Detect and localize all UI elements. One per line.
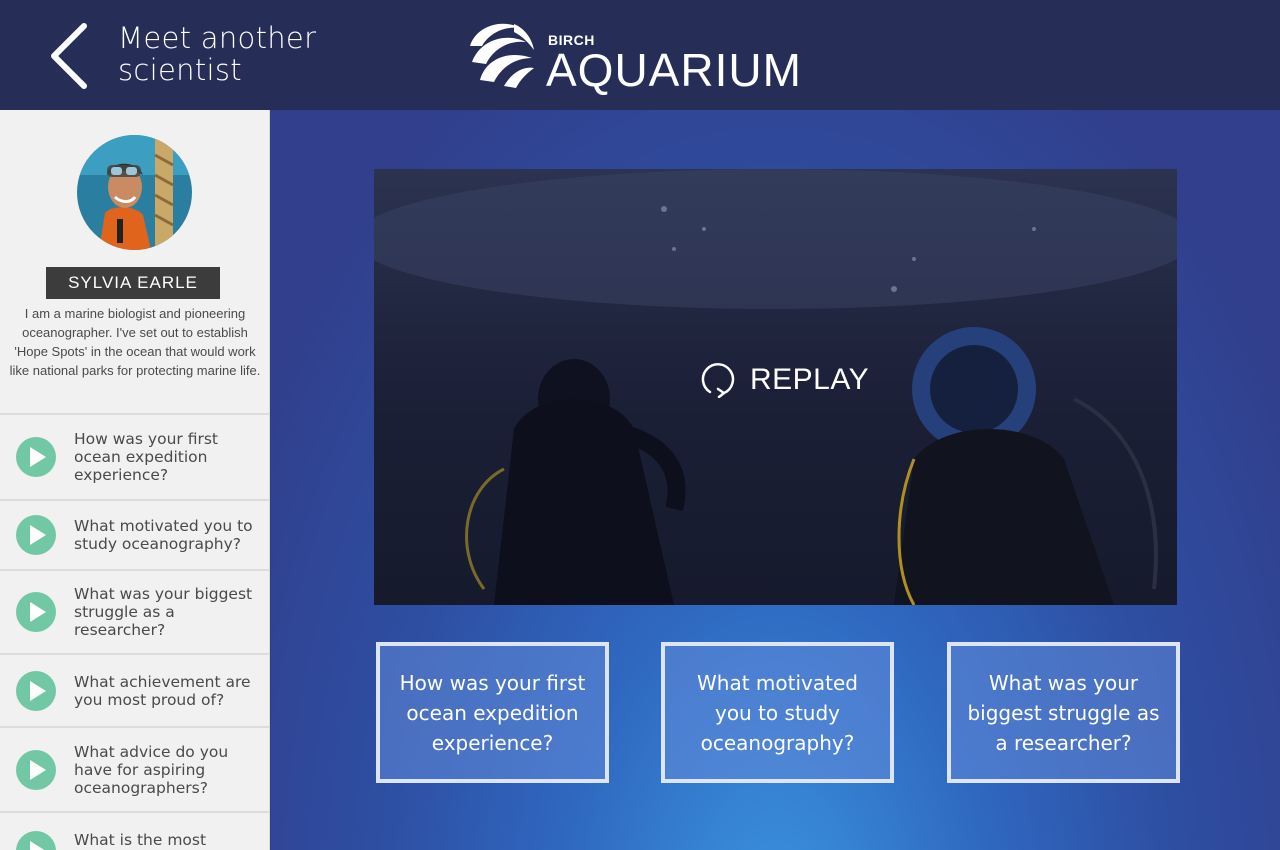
scientist-name-badge: SYLVIA EARLE xyxy=(46,267,220,299)
logo-aquarium-text: AQUARIUM xyxy=(546,44,802,96)
question-card-label: What motivated you to study oceanography… xyxy=(697,670,858,755)
question-label: What is the most xyxy=(74,831,207,849)
question-item-6[interactable]: What is the most xyxy=(0,811,269,850)
play-icon xyxy=(16,437,56,477)
question-item-1[interactable]: How was your first ocean expedition expe… xyxy=(0,413,269,499)
app-header: Meet another scientist BIRCH AQUARIUM xyxy=(0,0,1280,110)
question-label: What advice do you have for aspiring oce… xyxy=(74,742,229,797)
play-icon xyxy=(16,749,56,790)
question-item-4[interactable]: What achievement are you most proud of? xyxy=(0,653,269,726)
question-card-label: What was your biggest struggle as a rese… xyxy=(967,670,1160,755)
question-list: How was your first ocean expedition expe… xyxy=(0,413,269,850)
replay-label: REPLAY xyxy=(750,363,870,396)
birch-aquarium-logo: BIRCH AQUARIUM xyxy=(462,16,824,96)
scientist-sidebar: SYLVIA EARLE I am a marine biologist and… xyxy=(0,110,270,850)
question-card-label: How was your first ocean expedition expe… xyxy=(399,670,586,755)
play-icon xyxy=(16,515,56,555)
scientist-photo xyxy=(77,135,192,250)
question-label: What was your biggest struggle as a rese… xyxy=(74,585,253,639)
play-icon xyxy=(16,670,56,711)
logo-mark-icon xyxy=(470,23,534,88)
question-card-1[interactable]: How was your first ocean expedition expe… xyxy=(376,642,609,783)
replay-button[interactable]: REPLAY xyxy=(700,362,869,398)
back-chevron-icon xyxy=(51,23,87,89)
question-item-2[interactable]: What motivated you to study oceanography… xyxy=(0,499,269,569)
replay-icon xyxy=(701,363,735,398)
question-card-3[interactable]: What was your biggest struggle as a rese… xyxy=(947,642,1180,783)
scientist-bio: I am a marine biologist and pioneering o… xyxy=(9,306,261,378)
question-label: What motivated you to study oceanography… xyxy=(74,517,253,553)
scientist-avatar xyxy=(77,135,192,250)
question-item-5[interactable]: What advice do you have for aspiring oce… xyxy=(0,726,269,811)
page-title-line2: scientist xyxy=(118,53,242,87)
play-icon xyxy=(16,592,56,632)
back-button[interactable] xyxy=(44,20,100,92)
question-item-3[interactable]: What was your biggest struggle as a rese… xyxy=(0,569,269,653)
question-label: How was your first ocean expedition expe… xyxy=(74,430,218,484)
page-title-line1: Meet another xyxy=(118,21,317,55)
question-label: What achievement are you most proud of? xyxy=(74,672,251,709)
question-card-2[interactable]: What motivated you to study oceanography… xyxy=(661,642,894,783)
page-title: Meet another scientist xyxy=(118,22,316,86)
play-icon xyxy=(16,831,56,850)
